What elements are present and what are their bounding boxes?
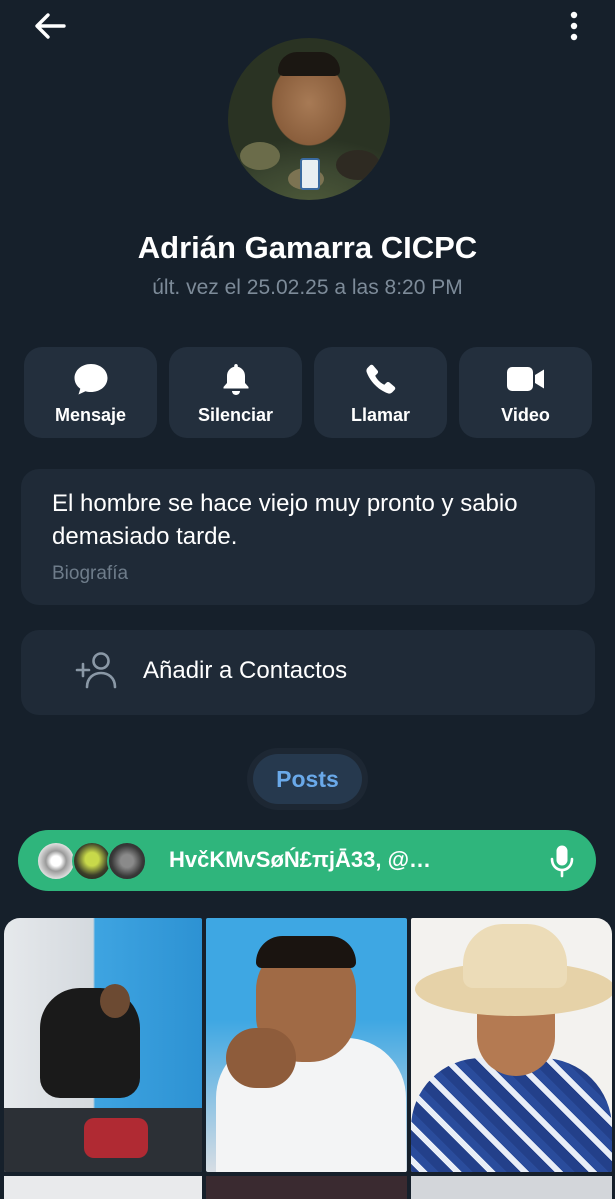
- more-vertical-icon: [570, 11, 578, 41]
- photo-hat-crown: [463, 924, 567, 988]
- message-button[interactable]: Mensaje: [24, 347, 157, 438]
- back-button[interactable]: [22, 6, 78, 46]
- voice-chat-bar[interactable]: HvčKMvSøŃ£πjĀ33, @…: [18, 830, 596, 891]
- bio-label: Biografía: [52, 563, 129, 584]
- call-label: Llamar: [350, 405, 411, 425]
- participant-avatar: [107, 841, 147, 881]
- message-icon: [74, 364, 107, 395]
- tab-bar: Posts: [247, 748, 368, 810]
- message-label: Mensaje: [54, 405, 127, 425]
- profile-name: Adrián Gamarra CICPC: [137, 230, 478, 265]
- voice-chat-participants: HvčKMvSøŃ£πjĀ33, @…: [169, 847, 432, 872]
- video-label: Video: [501, 405, 550, 425]
- photo-hair: [256, 936, 356, 968]
- microphone-icon: [550, 845, 574, 878]
- mute-label: Silenciar: [197, 405, 274, 425]
- post-thumbnail[interactable]: [411, 918, 612, 1172]
- bell-icon: [223, 364, 248, 395]
- add-person-icon: [75, 652, 117, 689]
- video-call-button[interactable]: Video: [459, 347, 592, 438]
- last-seen-status: últ. vez el 25.02.25 a las 8:20 PM: [152, 276, 463, 299]
- post-thumbnail[interactable]: [411, 1176, 612, 1199]
- bio-card[interactable]: El hombre se hace viejo muy pronto y sab…: [21, 469, 595, 605]
- phone-icon: [365, 364, 395, 394]
- post-thumbnail[interactable]: [4, 918, 202, 1172]
- add-contact-label: Añadir a Contactos: [143, 657, 348, 684]
- post-thumbnail[interactable]: [4, 1176, 202, 1199]
- photo-bag: [84, 1118, 148, 1158]
- video-icon: [506, 367, 544, 391]
- add-contact-button[interactable]: Añadir a Contactos: [21, 630, 595, 715]
- participant-avatar: [36, 841, 76, 881]
- photo-hand: [226, 1028, 296, 1088]
- avatar-camo-patch: [336, 150, 380, 180]
- photo-head: [100, 984, 130, 1018]
- call-button[interactable]: Llamar: [314, 347, 447, 438]
- mute-button[interactable]: Silenciar: [169, 347, 302, 438]
- post-thumbnail[interactable]: [206, 1176, 407, 1199]
- profile-avatar[interactable]: [228, 38, 390, 200]
- more-options-button[interactable]: [559, 6, 589, 46]
- avatar-camo-patch: [240, 142, 280, 170]
- arrow-left-icon: [35, 13, 66, 39]
- participant-avatar: [72, 841, 112, 881]
- tab-posts[interactable]: Posts: [253, 754, 362, 804]
- avatar-hair: [278, 52, 340, 76]
- microphone-button[interactable]: [550, 844, 574, 883]
- profile-screen: Adrián Gamarra CICPC últ. vez el 25.02.2…: [0, 0, 615, 1199]
- bio-text: El hombre se hace viejo muy pronto y sab…: [52, 490, 518, 550]
- avatar-id-badge: [300, 158, 320, 190]
- post-thumbnail[interactable]: [206, 918, 407, 1172]
